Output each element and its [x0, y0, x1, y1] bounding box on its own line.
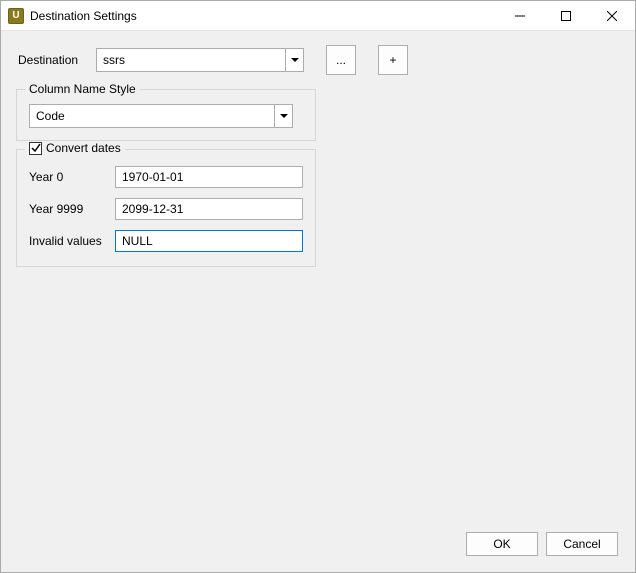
- client-area: Destination ssrs ... + Column Name Style…: [1, 31, 635, 572]
- invalid-values-input[interactable]: [115, 230, 303, 252]
- year0-label: Year 0: [29, 170, 115, 184]
- chevron-down-icon[interactable]: [274, 105, 292, 127]
- year9999-row: Year 9999: [29, 198, 303, 220]
- dialog-footer: OK Cancel: [16, 528, 620, 562]
- browse-button[interactable]: ...: [326, 45, 356, 75]
- close-button[interactable]: [589, 1, 635, 30]
- ok-button[interactable]: OK: [466, 532, 538, 556]
- convert-dates-checkbox[interactable]: [29, 142, 42, 155]
- convert-dates-label: Convert dates: [46, 141, 121, 155]
- cancel-button[interactable]: Cancel: [546, 532, 618, 556]
- destination-combo-value: ssrs: [97, 53, 285, 67]
- minimize-button[interactable]: [497, 1, 543, 30]
- window-title: Destination Settings: [30, 9, 137, 23]
- window: U Destination Settings Destination ssrs: [0, 0, 636, 573]
- invalid-values-label: Invalid values: [29, 234, 115, 248]
- destination-combo[interactable]: ssrs: [96, 48, 304, 72]
- maximize-button[interactable]: [543, 1, 589, 30]
- spacer: [16, 275, 620, 528]
- column-name-style-value: Code: [30, 109, 274, 123]
- convert-dates-group: Convert dates Year 0 Year 9999 Invalid v…: [16, 149, 316, 267]
- chevron-down-icon[interactable]: [285, 49, 303, 71]
- invalid-values-row: Invalid values: [29, 230, 303, 252]
- column-name-style-legend: Column Name Style: [25, 82, 140, 96]
- window-controls: [497, 1, 635, 30]
- convert-dates-legend[interactable]: Convert dates: [25, 141, 125, 155]
- titlebar: U Destination Settings: [1, 1, 635, 31]
- destination-row: Destination ssrs ... +: [16, 45, 620, 75]
- column-name-style-group: Column Name Style Code: [16, 89, 316, 141]
- year9999-input[interactable]: [115, 198, 303, 220]
- app-icon: U: [8, 8, 24, 24]
- year0-row: Year 0: [29, 166, 303, 188]
- destination-label: Destination: [16, 53, 88, 67]
- year0-input[interactable]: [115, 166, 303, 188]
- year9999-label: Year 9999: [29, 202, 115, 216]
- column-name-style-combo[interactable]: Code: [29, 104, 293, 128]
- add-button[interactable]: +: [378, 45, 408, 75]
